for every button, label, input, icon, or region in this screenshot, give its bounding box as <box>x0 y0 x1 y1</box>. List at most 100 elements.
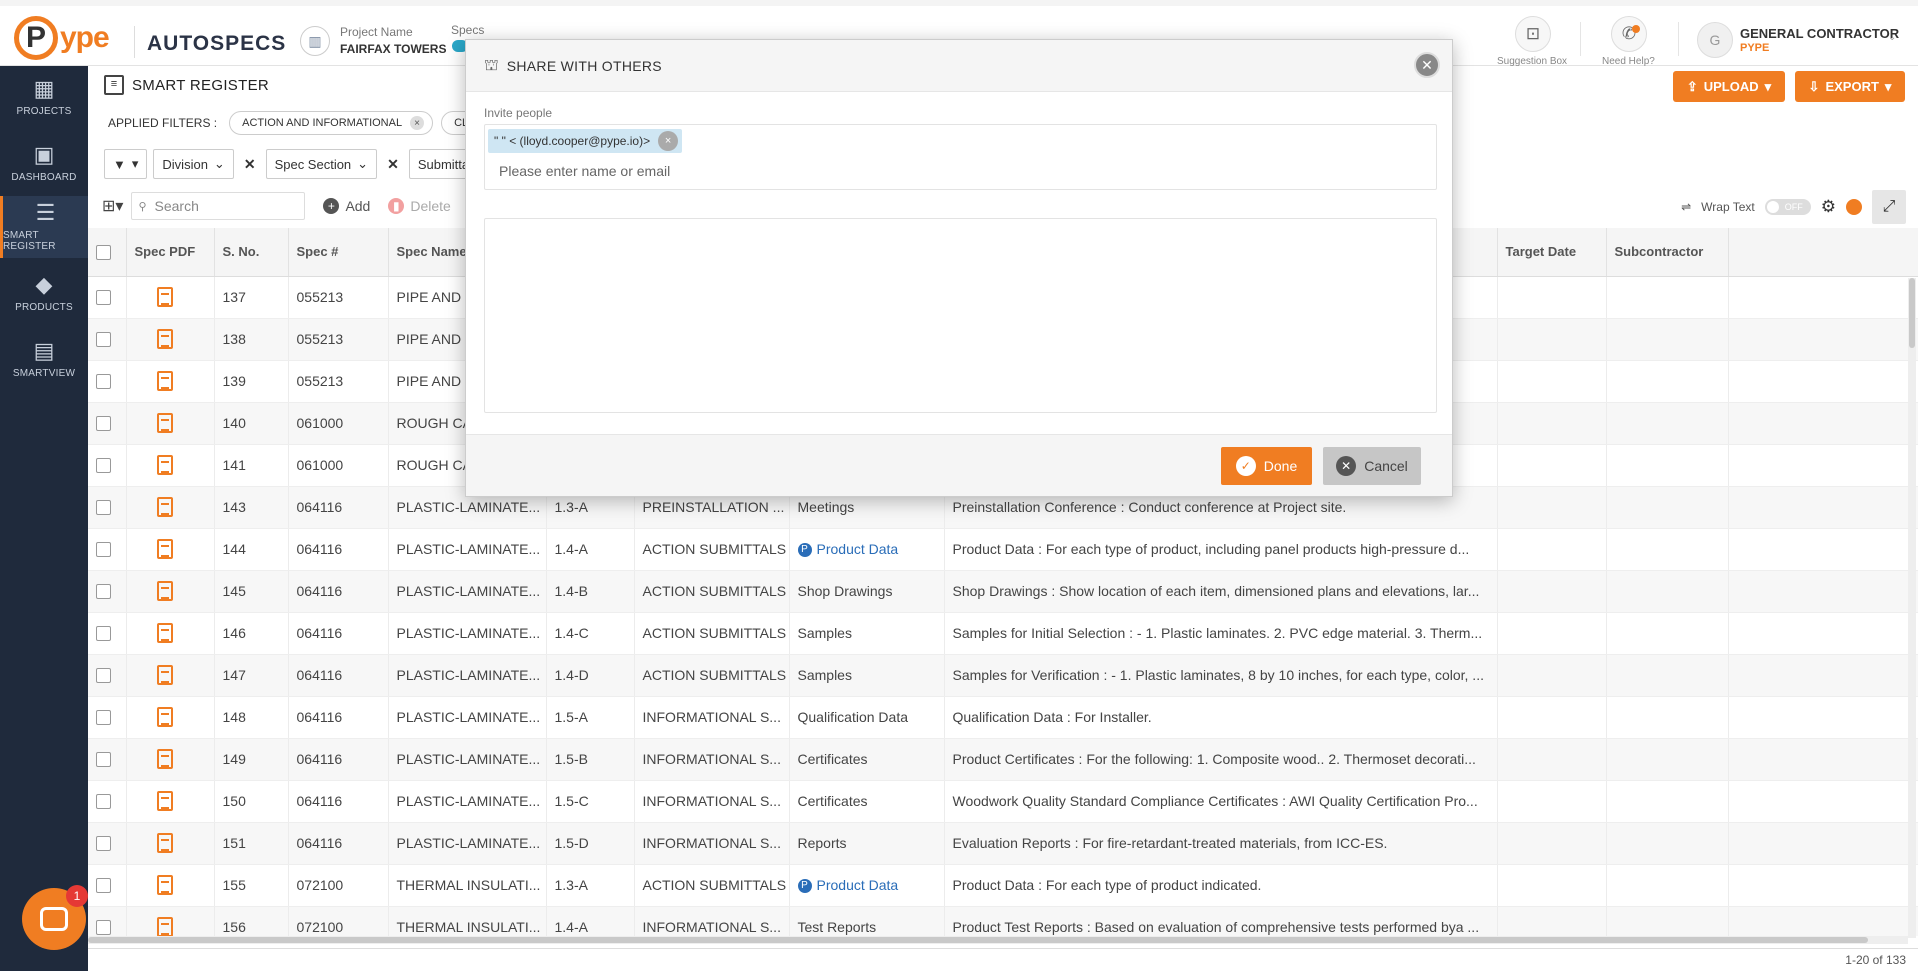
spec-pdf-cell[interactable] <box>126 486 215 529</box>
row-checkbox[interactable] <box>96 920 111 936</box>
target-date-cell[interactable] <box>1497 780 1607 823</box>
remove-filter-icon[interactable]: ✕ <box>387 156 399 173</box>
target-date-cell[interactable] <box>1497 402 1607 445</box>
target-date-cell[interactable] <box>1497 570 1607 613</box>
cancel-button[interactable]: ✕ Cancel <box>1323 447 1421 485</box>
division-filter[interactable]: Division ⌄ <box>153 149 234 179</box>
pdf-icon[interactable] <box>156 875 173 895</box>
column-header[interactable]: Target Date <box>1497 228 1607 277</box>
type-cell[interactable]: P Product Data <box>789 528 945 571</box>
table-row[interactable]: 155 072100 THERMAL INSULATI... 1.3-A ACTION … <box>88 864 1918 907</box>
column-header[interactable]: S. No. <box>214 228 289 277</box>
add-button[interactable]: + Add <box>323 198 370 214</box>
spec-pdf-cell[interactable] <box>126 738 215 781</box>
delete-button[interactable]: ▮ Delete <box>388 198 451 214</box>
table-row[interactable]: 150 064116 PLASTIC-LAMINATE... 1.5-C INFORMA… <box>88 780 1918 823</box>
subcontractor-cell[interactable] <box>1606 402 1729 445</box>
row-select[interactable] <box>88 528 127 571</box>
row-select[interactable] <box>88 570 127 613</box>
product-data-link[interactable]: Product Data <box>817 877 899 893</box>
row-select[interactable] <box>88 738 127 781</box>
invite-people-field[interactable]: " " < (lloyd.cooper@pype.io)> × Please e… <box>484 124 1437 190</box>
pdf-icon[interactable] <box>156 581 173 601</box>
pdf-icon[interactable] <box>156 707 173 727</box>
row-checkbox[interactable] <box>96 374 111 390</box>
table-row[interactable]: 147 064116 PLASTIC-LAMINATE... 1.4-D ACTION … <box>88 654 1918 697</box>
subcontractor-cell[interactable] <box>1606 528 1729 571</box>
subcontractor-cell[interactable] <box>1606 318 1729 361</box>
row-select[interactable] <box>88 486 127 529</box>
row-select[interactable] <box>88 612 127 655</box>
target-date-cell[interactable] <box>1497 612 1607 655</box>
filter-button[interactable]: ▼ ▾ <box>104 149 148 179</box>
remove-token-icon[interactable]: × <box>658 131 679 151</box>
pdf-icon[interactable] <box>156 749 173 769</box>
sidebar-item-products[interactable]: ◆ PRODUCTS <box>0 262 88 324</box>
spec-pdf-cell[interactable] <box>126 654 215 697</box>
upload-button[interactable]: ⇪ UPLOAD ▾ <box>1673 71 1785 102</box>
table-row[interactable]: 146 064116 PLASTIC-LAMINATE... 1.4-C ACTION … <box>88 612 1918 655</box>
message-textarea[interactable] <box>484 218 1437 413</box>
row-select[interactable] <box>88 822 127 865</box>
row-checkbox[interactable] <box>96 752 111 768</box>
row-checkbox[interactable] <box>96 332 111 348</box>
table-row[interactable]: 148 064116 PLASTIC-LAMINATE... 1.5-A INFORMA… <box>88 696 1918 739</box>
row-checkbox[interactable] <box>96 500 111 516</box>
pdf-icon[interactable] <box>156 539 173 559</box>
spec-pdf-cell[interactable] <box>126 402 215 445</box>
subcontractor-cell[interactable] <box>1606 570 1729 613</box>
close-icon[interactable]: × <box>410 116 425 130</box>
row-checkbox[interactable] <box>96 710 111 726</box>
row-select[interactable] <box>88 360 127 403</box>
row-select[interactable] <box>88 906 127 936</box>
chevron-down-icon[interactable]: ⌄ <box>1888 32 1896 43</box>
notification-icon[interactable] <box>1846 199 1862 215</box>
select-all-header[interactable] <box>88 228 127 277</box>
table-row[interactable]: 145 064116 PLASTIC-LAMINATE... 1.4-B ACTION … <box>88 570 1918 613</box>
table-row[interactable]: 156 072100 THERMAL INSULATI... 1.4-A INFORMA… <box>88 906 1918 936</box>
spec-pdf-cell[interactable] <box>126 276 215 319</box>
pdf-icon[interactable] <box>156 833 173 853</box>
column-header[interactable]: Subcontractor <box>1606 228 1729 277</box>
table-row[interactable]: 151 064116 PLASTIC-LAMINATE... 1.5-D INFORMA… <box>88 822 1918 865</box>
sidebar-item-projects[interactable]: ▦ PROJECTS <box>0 66 88 128</box>
project-building-icon[interactable]: ▥ <box>300 26 330 56</box>
avatar[interactable]: G <box>1697 22 1733 58</box>
pdf-icon[interactable] <box>156 623 173 643</box>
spec-section-filter[interactable]: Spec Section ⌄ <box>265 149 378 179</box>
target-date-cell[interactable] <box>1497 486 1607 529</box>
target-date-cell[interactable] <box>1497 906 1607 936</box>
settings-icon[interactable]: ⚙ <box>1821 197 1836 217</box>
target-date-cell[interactable] <box>1497 696 1607 739</box>
done-button[interactable]: ✓ Done <box>1221 447 1312 485</box>
expand-icon[interactable]: ⤢ <box>1872 190 1906 224</box>
spec-pdf-cell[interactable] <box>126 906 215 936</box>
subcontractor-cell[interactable] <box>1606 654 1729 697</box>
phone-support-icon[interactable]: ✆ <box>1611 16 1647 52</box>
spec-pdf-cell[interactable] <box>126 318 215 361</box>
export-button[interactable]: ⇩ EXPORT ▾ <box>1795 71 1905 102</box>
subcontractor-cell[interactable] <box>1606 486 1729 529</box>
scrollbar-thumb[interactable] <box>1909 278 1915 348</box>
wrap-text-toggle[interactable]: OFF <box>1764 199 1811 215</box>
subcontractor-cell[interactable] <box>1606 864 1729 907</box>
spec-pdf-cell[interactable] <box>126 444 215 487</box>
spec-pdf-cell[interactable] <box>126 780 215 823</box>
row-checkbox[interactable] <box>96 836 111 852</box>
row-checkbox[interactable] <box>96 290 111 306</box>
project-name[interactable]: FAIRFAX TOWERS <box>340 42 446 56</box>
scrollbar-thumb[interactable] <box>88 937 1868 943</box>
subcontractor-cell[interactable] <box>1606 822 1729 865</box>
sidebar-item-smartview[interactable]: ▤ SMARTVIEW <box>0 328 88 390</box>
row-select[interactable] <box>88 654 127 697</box>
row-checkbox[interactable] <box>96 794 111 810</box>
row-select[interactable] <box>88 276 127 319</box>
target-date-cell[interactable] <box>1497 276 1607 319</box>
target-date-cell[interactable] <box>1497 444 1607 487</box>
user-role[interactable]: GENERAL CONTRACTOR <box>1740 26 1899 41</box>
row-checkbox[interactable] <box>96 542 111 558</box>
select-all-checkbox[interactable] <box>96 244 111 260</box>
target-date-cell[interactable] <box>1497 738 1607 781</box>
spec-pdf-cell[interactable] <box>126 696 215 739</box>
spec-pdf-cell[interactable] <box>126 612 215 655</box>
